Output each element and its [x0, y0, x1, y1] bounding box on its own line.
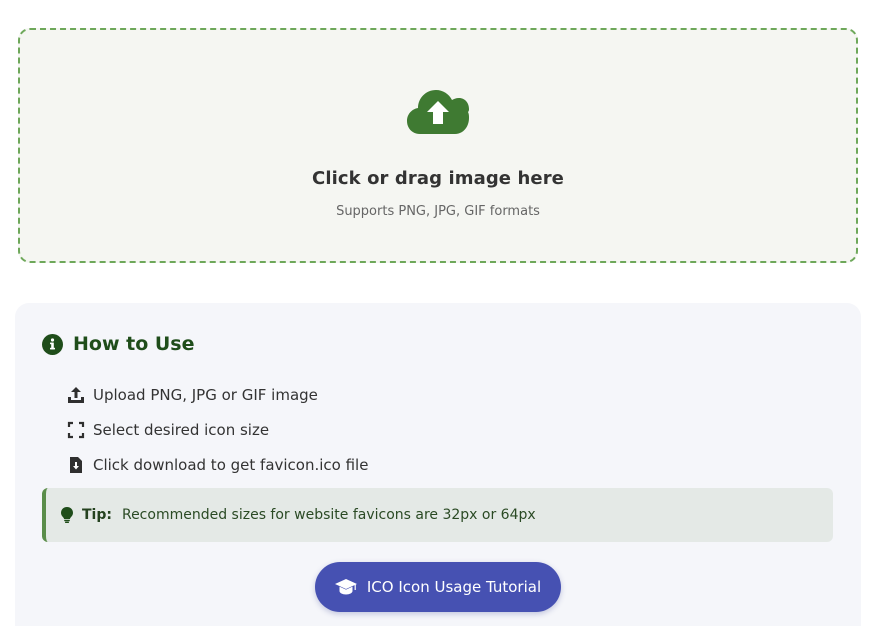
how-to-use-header: How to Use — [42, 333, 195, 355]
how-to-use-card: How to Use Upload PNG, JPG or GIF image … — [15, 303, 861, 626]
tutorial-button-label: ICO Icon Usage Tutorial — [366, 578, 542, 596]
upload-dropzone[interactable]: Click or drag image here Supports PNG, J… — [18, 28, 858, 263]
how-to-use-title: How to Use — [73, 333, 195, 355]
step-item-size: Select desired icon size — [67, 412, 368, 447]
step-item-upload: Upload PNG, JPG or GIF image — [67, 377, 368, 412]
steps-list: Upload PNG, JPG or GIF image Select desi… — [67, 377, 368, 482]
cloud-upload-icon — [407, 90, 469, 134]
step-text-download: Click download to get favicon.ico file — [93, 455, 369, 474]
tip-box: Tip: Recommended sizes for website favic… — [42, 488, 833, 542]
step-text-size: Select desired icon size — [93, 420, 270, 439]
upload-subtitle: Supports PNG, JPG, GIF formats — [336, 204, 540, 219]
tutorial-button[interactable]: ICO Icon Usage Tutorial — [315, 562, 561, 612]
graduation-cap-icon — [334, 579, 357, 595]
tip-text: Recommended sizes for website favicons a… — [121, 507, 536, 523]
page: Click or drag image here Supports PNG, J… — [0, 0, 882, 626]
info-circle-icon — [42, 333, 63, 355]
lightbulb-icon — [61, 507, 73, 523]
expand-icon — [67, 421, 85, 438]
step-text-upload: Upload PNG, JPG or GIF image — [93, 385, 318, 404]
upload-title: Click or drag image here — [312, 168, 564, 189]
file-download-icon — [70, 456, 82, 473]
tip-label: Tip: — [82, 507, 112, 523]
step-item-download: Click download to get favicon.ico file — [67, 447, 368, 482]
upload-icon — [68, 386, 84, 403]
